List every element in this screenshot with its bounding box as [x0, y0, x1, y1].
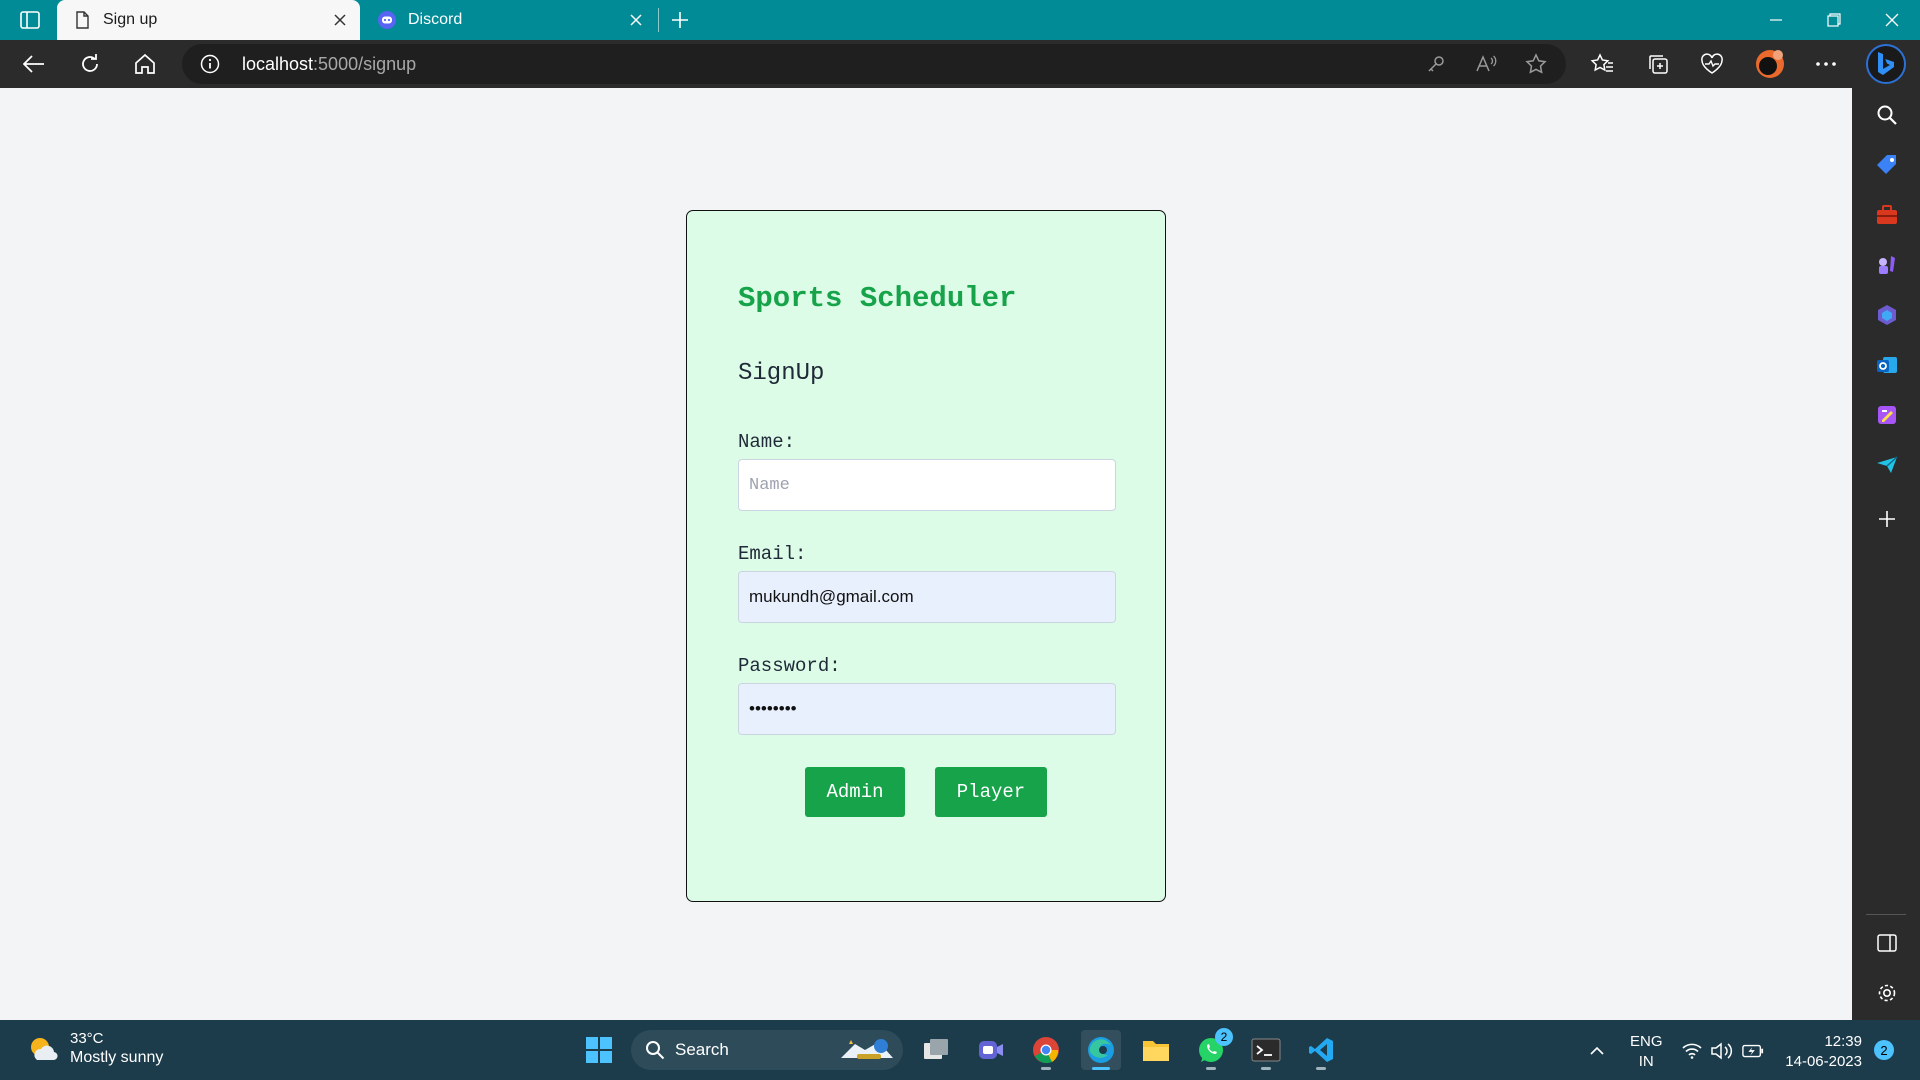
lang-line-2: IN — [1638, 1053, 1654, 1070]
email-label: Email: — [738, 543, 807, 565]
tab-separator — [658, 8, 659, 32]
designer-icon[interactable] — [1874, 402, 1900, 428]
weather-desc: Mostly sunny — [70, 1049, 164, 1066]
hide-sidebar-icon[interactable] — [1874, 930, 1900, 956]
close-tab-icon[interactable] — [330, 10, 350, 30]
close-window-icon[interactable] — [1864, 0, 1920, 40]
refresh-icon[interactable] — [72, 48, 108, 80]
browser-toolbar: localhost:5000/signup — [0, 40, 1920, 88]
running-indicator — [1041, 1067, 1051, 1070]
password-label: Password: — [738, 655, 841, 677]
url-path: :5000/signup — [313, 54, 417, 74]
running-indicator — [1206, 1067, 1216, 1070]
collections-icon[interactable] — [1640, 48, 1676, 80]
back-arrow-icon[interactable] — [16, 48, 52, 80]
running-indicator — [1316, 1067, 1326, 1070]
admin-button[interactable]: Admin — [805, 767, 905, 817]
bing-copilot-icon[interactable] — [1866, 44, 1906, 84]
clock-time: 12:39 — [1824, 1033, 1862, 1050]
system-clock[interactable]: 12:39 14-06-2023 — [1776, 1032, 1862, 1072]
sidebar-search-icon[interactable] — [1874, 102, 1900, 128]
site-info-icon[interactable] — [200, 54, 220, 74]
sidebar-settings-gear-icon[interactable] — [1874, 980, 1900, 1006]
more-options-icon[interactable] — [1808, 48, 1844, 80]
profile-avatar[interactable] — [1752, 48, 1788, 80]
tab-strip: Sign up Discord — [0, 0, 1920, 40]
tools-briefcase-icon[interactable] — [1874, 202, 1900, 228]
key-icon[interactable] — [1422, 52, 1450, 76]
windows-start-icon[interactable] — [579, 1030, 619, 1070]
input-language[interactable]: ENG IN — [1630, 1032, 1663, 1072]
page-icon — [73, 11, 91, 29]
terminal-icon[interactable] — [1246, 1030, 1286, 1070]
search-label: Search — [675, 1040, 729, 1059]
send-to-devices-icon[interactable] — [1874, 452, 1900, 478]
browser-essentials-icon[interactable] — [1694, 48, 1730, 80]
address-bar[interactable]: localhost:5000/signup — [182, 44, 1566, 84]
weather-temp: 33°C — [70, 1030, 104, 1047]
running-indicator — [1261, 1067, 1271, 1070]
email-input[interactable] — [738, 571, 1116, 623]
url-text[interactable]: localhost:5000/signup — [242, 54, 416, 75]
running-indicator — [1092, 1067, 1110, 1070]
close-tab-icon[interactable] — [626, 10, 646, 30]
chrome-icon[interactable] — [1026, 1030, 1066, 1070]
teams-chat-icon[interactable] — [971, 1030, 1011, 1070]
search-highlight-icon — [841, 1039, 893, 1059]
vscode-icon[interactable] — [1301, 1030, 1341, 1070]
games-icon[interactable] — [1874, 252, 1900, 278]
name-label: Name: — [738, 431, 796, 453]
edge-icon[interactable] — [1081, 1030, 1121, 1070]
page-viewport: Sports Scheduler SignUp Name: Email: Pas… — [0, 88, 1852, 1020]
password-input[interactable] — [738, 683, 1116, 735]
tab-actions-icon[interactable] — [14, 8, 46, 32]
shopping-tag-icon[interactable] — [1874, 152, 1900, 178]
wifi-icon[interactable] — [1681, 1040, 1703, 1062]
favorite-star-icon[interactable] — [1522, 52, 1550, 76]
sidebar-divider — [1866, 914, 1906, 915]
windows-taskbar: 33°C Mostly sunny Search 2 ENG IN 12:39 … — [0, 1020, 1920, 1080]
read-aloud-icon[interactable] — [1472, 52, 1500, 76]
volume-icon[interactable] — [1711, 1040, 1733, 1062]
edge-sidebar — [1852, 88, 1920, 1020]
taskbar-search[interactable]: Search — [631, 1030, 903, 1070]
url-host: localhost — [242, 54, 314, 74]
tab-title: Sign up — [103, 11, 158, 28]
whatsapp-icon[interactable]: 2 — [1191, 1028, 1233, 1070]
signup-card: Sports Scheduler SignUp Name: Email: Pas… — [686, 210, 1166, 902]
tab-discord[interactable]: Discord — [362, 0, 656, 40]
show-hidden-icons-chevron-up-icon[interactable] — [1586, 1040, 1608, 1062]
file-explorer-icon[interactable] — [1136, 1030, 1176, 1070]
partly-sunny-icon — [31, 1037, 58, 1060]
home-icon[interactable] — [127, 48, 163, 80]
battery-charging-icon[interactable] — [1742, 1040, 1764, 1062]
outlook-icon[interactable] — [1874, 352, 1900, 378]
new-tab-plus-icon[interactable] — [666, 8, 694, 32]
lang-line-1: ENG — [1630, 1033, 1663, 1050]
weather-widget[interactable]: 33°C Mostly sunny — [26, 1030, 163, 1067]
discord-icon — [378, 11, 396, 29]
name-input[interactable] — [738, 459, 1116, 511]
tab-title: Discord — [408, 11, 463, 28]
notification-badge: 2 — [1215, 1028, 1233, 1046]
search-icon — [646, 1041, 665, 1060]
notification-center-badge[interactable]: 2 — [1874, 1040, 1894, 1060]
favorites-icon[interactable] — [1584, 48, 1620, 80]
app-brand-title: Sports Scheduler — [738, 282, 1017, 315]
add-sidebar-app-icon[interactable] — [1874, 506, 1900, 532]
tab-sign-up[interactable]: Sign up — [57, 0, 360, 40]
restore-icon[interactable] — [1806, 0, 1862, 40]
task-view-icon[interactable] — [916, 1030, 956, 1070]
m365-icon[interactable] — [1874, 302, 1900, 328]
minimize-icon[interactable] — [1748, 0, 1804, 40]
player-button[interactable]: Player — [935, 767, 1047, 817]
page-heading: SignUp — [738, 360, 825, 387]
clock-date: 14-06-2023 — [1785, 1053, 1862, 1070]
